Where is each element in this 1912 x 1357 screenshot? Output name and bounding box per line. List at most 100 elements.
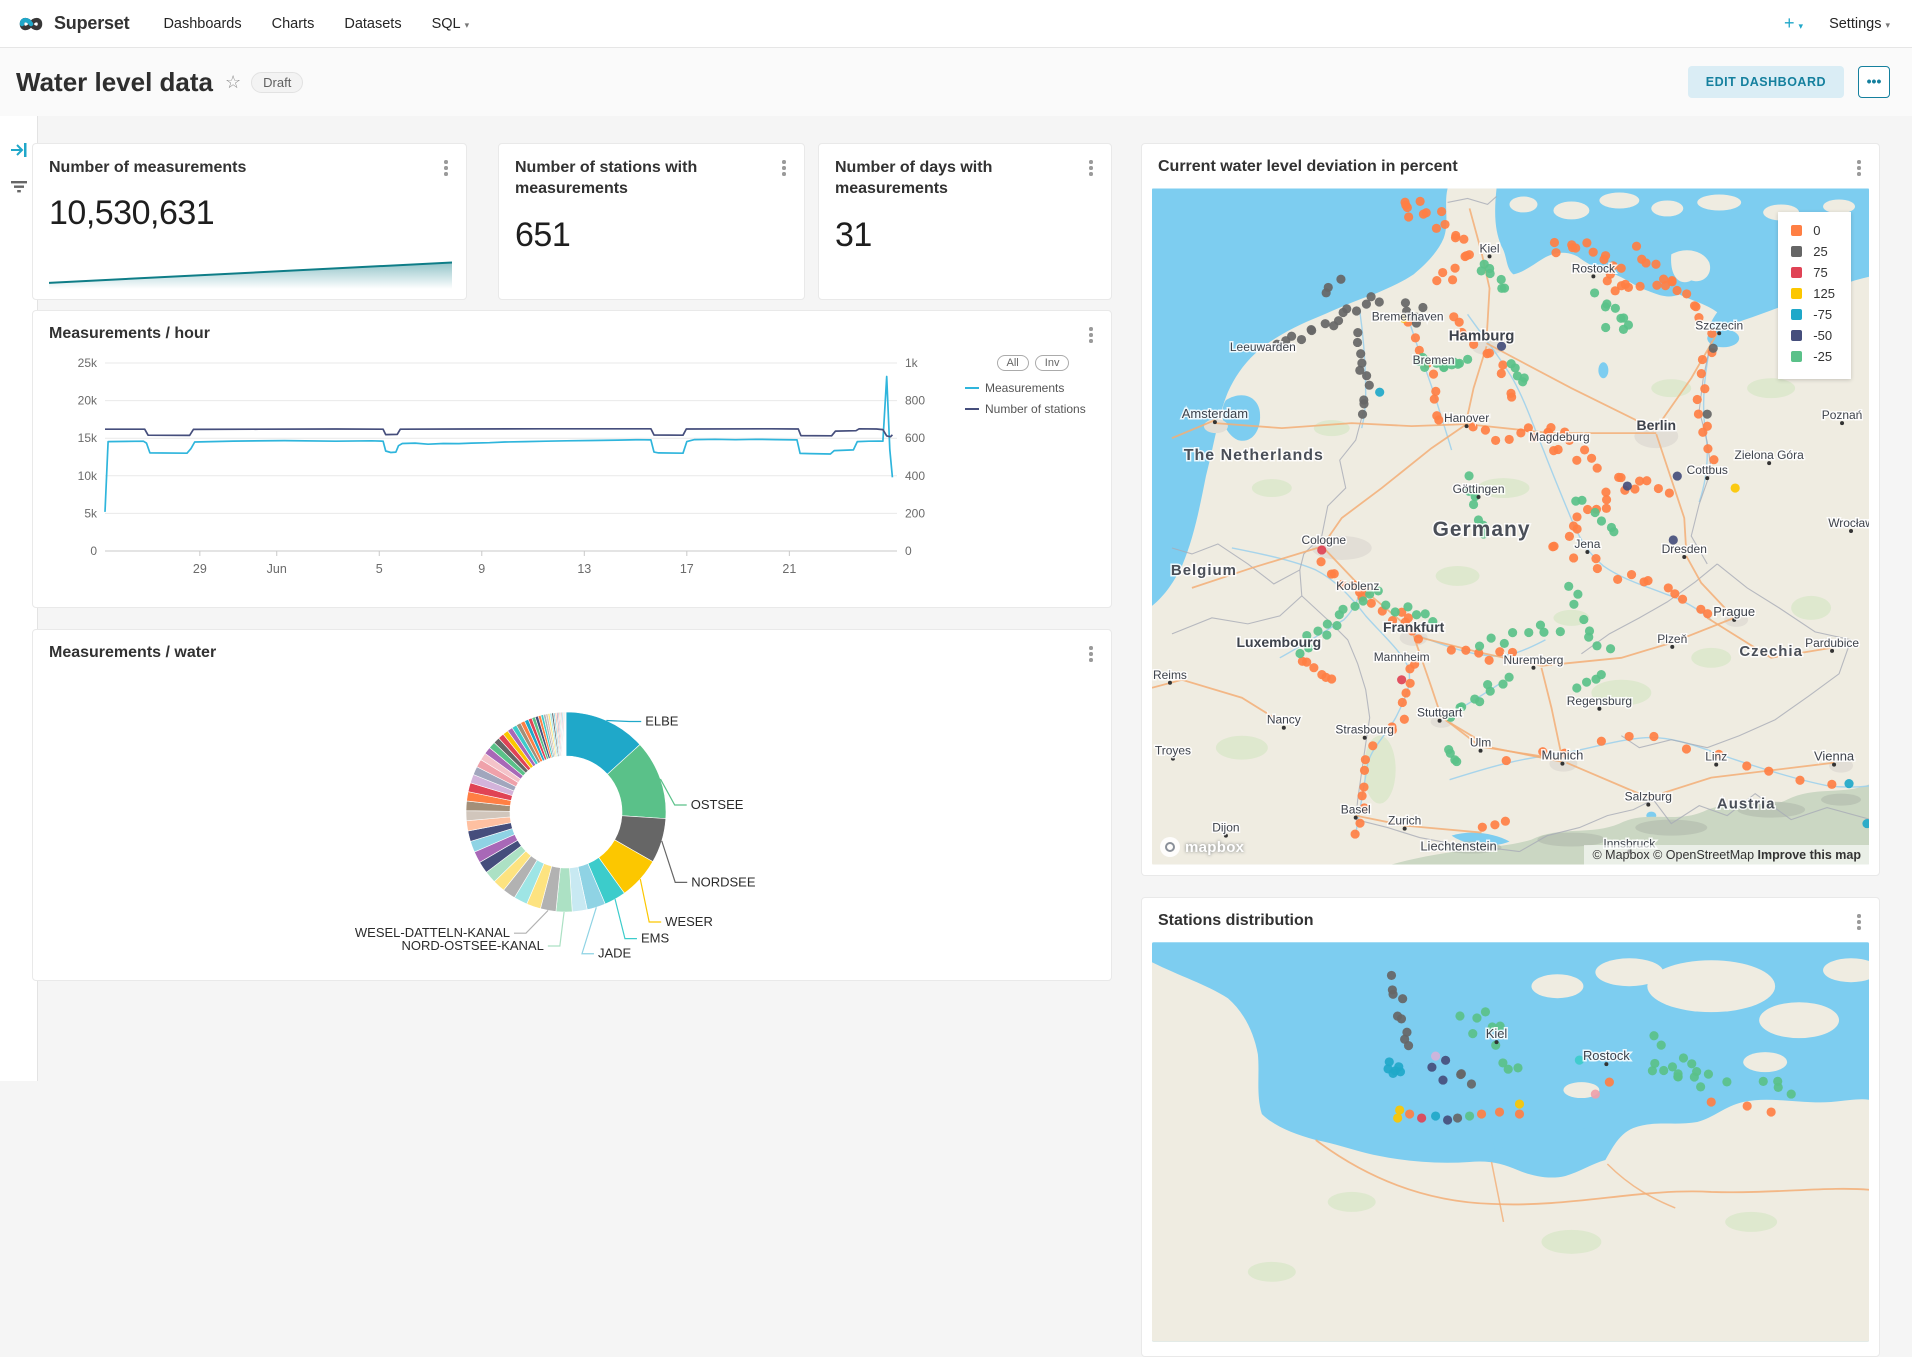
station-dot[interactable] [1743,1101,1752,1110]
station-dot[interactable] [1422,208,1431,217]
station-dot[interactable] [1624,283,1633,292]
station-dot[interactable] [1481,1007,1490,1016]
donut-chart[interactable]: ELBEOSTSEENORDSEEWESEREMSJADENORD-OSTSEE… [49,674,1097,970]
station-dot[interactable] [1432,224,1441,233]
station-dot[interactable] [1495,1107,1504,1116]
station-dot[interactable] [1309,663,1318,672]
station-dot[interactable] [1416,197,1425,206]
station-dot[interactable] [1565,532,1574,541]
station-dot[interactable] [1450,264,1459,273]
station-dot[interactable] [1524,628,1533,637]
station-dot[interactable] [1401,298,1410,307]
station-dot[interactable] [1465,1111,1474,1120]
station-dot[interactable] [1774,1083,1783,1092]
station-dot[interactable] [1383,1064,1392,1073]
station-dot[interactable] [1375,297,1384,306]
station-dot[interactable] [1515,1099,1524,1108]
station-dot[interactable] [1691,302,1700,311]
station-dot[interactable] [1787,1089,1796,1098]
card-kebab-menu[interactable] [1083,644,1099,664]
station-dot[interactable] [1703,609,1712,618]
station-dot[interactable] [1597,737,1606,746]
station-dot[interactable] [1827,780,1836,789]
station-dot[interactable] [1462,251,1471,260]
station-dot[interactable] [1463,355,1472,364]
station-dot[interactable] [1556,627,1565,636]
filter-icon[interactable] [11,180,27,194]
station-dot[interactable] [1632,242,1641,251]
station-dot[interactable] [1359,782,1368,791]
station-dot[interactable] [1411,333,1420,342]
station-dot[interactable] [1613,575,1622,584]
station-dot[interactable] [1597,516,1606,525]
station-dot[interactable] [1569,521,1578,530]
station-dot[interactable] [1452,757,1461,766]
station-dot[interactable] [1693,395,1702,404]
station-dot[interactable] [1667,277,1676,286]
station-dot[interactable] [1441,1056,1450,1065]
station-dot[interactable] [1498,679,1507,688]
station-dot[interactable] [1650,1059,1659,1068]
station-dot[interactable] [1602,504,1611,513]
station-dot[interactable] [1358,410,1367,419]
station-dot[interactable] [1395,1105,1404,1114]
station-dot[interactable] [1307,325,1316,334]
station-dot[interactable] [1355,819,1364,828]
station-dot[interactable] [1592,641,1601,650]
station-dot[interactable] [1401,688,1410,697]
station-dot[interactable] [1605,1077,1614,1086]
superset-logo[interactable]: Superset [16,13,129,35]
station-dot[interactable] [1844,779,1853,788]
station-dot[interactable] [1651,260,1660,269]
card-kebab-menu[interactable] [1851,158,1867,178]
station-dot[interactable] [1477,266,1486,275]
station-dot[interactable] [1602,495,1611,504]
station-dot[interactable] [1352,306,1361,315]
station-dot[interactable] [1432,276,1441,285]
station-dot[interactable] [1582,238,1591,247]
station-dot[interactable] [1322,630,1331,639]
station-dot[interactable] [1572,512,1581,521]
legend-pill-all[interactable]: All [997,355,1029,371]
station-dot[interactable] [1564,582,1573,591]
station-dot[interactable] [1649,732,1658,741]
station-dot[interactable] [1475,697,1484,706]
station-dot[interactable] [1368,741,1377,750]
station-dot[interactable] [1550,238,1559,247]
station-dot[interactable] [1362,371,1371,380]
station-dot[interactable] [1504,1065,1513,1074]
station-dot[interactable] [1453,360,1462,369]
station-dot[interactable] [1375,388,1384,397]
station-dot[interactable] [1438,1075,1447,1084]
station-dot[interactable] [1593,564,1602,573]
station-dot[interactable] [1641,258,1650,267]
station-dot[interactable] [1498,360,1507,369]
nav-item-charts[interactable]: Charts [272,16,315,32]
station-dot[interactable] [1616,314,1625,323]
map-legend-row[interactable]: -75 [1791,307,1835,322]
station-dot[interactable] [1572,683,1581,692]
station-dot[interactable] [1403,203,1412,212]
station-dot[interactable] [1431,387,1440,396]
station-dot[interactable] [1461,646,1470,655]
station-dot[interactable] [1481,426,1490,435]
station-dot[interactable] [1485,656,1494,665]
station-dot[interactable] [1707,1097,1716,1106]
station-dot[interactable] [1459,235,1468,244]
station-dot[interactable] [1464,471,1473,480]
station-dot[interactable] [1515,1109,1524,1118]
station-dot[interactable] [1381,600,1390,609]
station-dot[interactable] [1625,732,1634,741]
station-dot[interactable] [1572,456,1581,465]
station-dot[interactable] [1589,248,1598,257]
station-dot[interactable] [1704,1070,1713,1079]
station-dot[interactable] [1468,1029,1477,1038]
station-dot[interactable] [1342,304,1351,313]
station-dot[interactable] [1698,428,1707,437]
station-dot[interactable] [1338,605,1347,614]
station-dot[interactable] [1393,1113,1402,1122]
station-dot[interactable] [1551,248,1560,257]
station-dot[interactable] [1398,994,1407,1003]
station-dot[interactable] [1539,628,1548,637]
station-dot[interactable] [1497,369,1506,378]
